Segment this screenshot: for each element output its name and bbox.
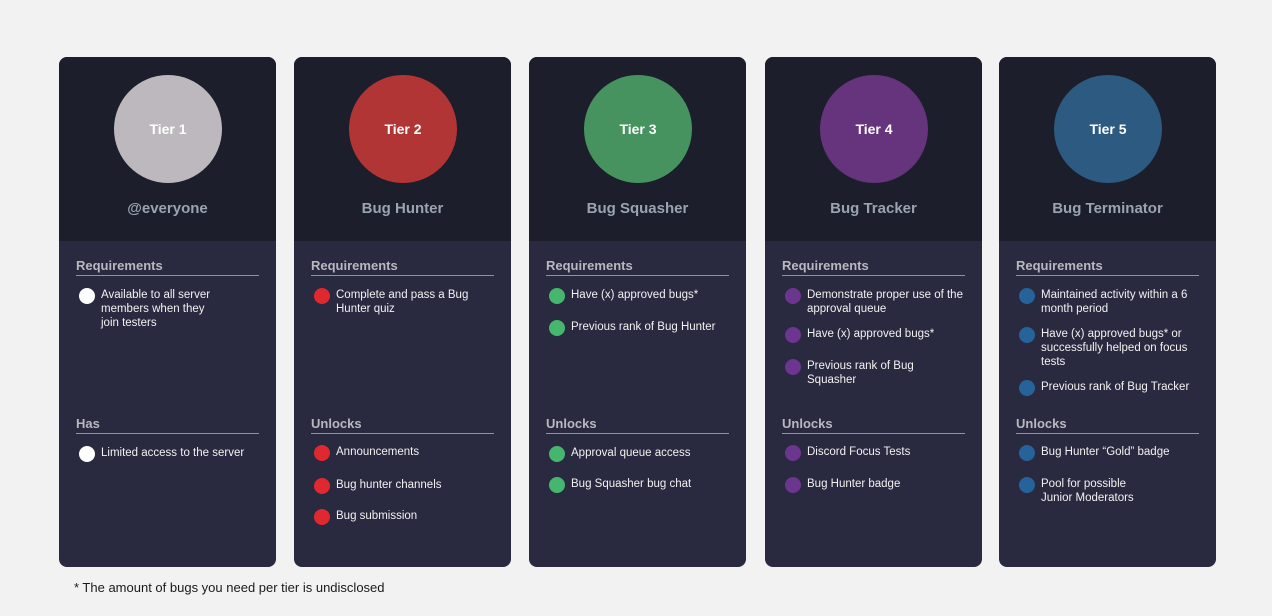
- bullet-dot-icon: [1019, 445, 1035, 461]
- unlock-text: Bug Squasher bug chat: [571, 478, 692, 490]
- unlock-text: Bug Hunter “Gold” badge: [1041, 446, 1170, 458]
- rank-name: Bug Tracker: [830, 200, 917, 217]
- tier-badge-circle: Tier 1: [114, 75, 222, 183]
- unlock-item: Pool for possible Junior Moderators: [1019, 477, 1199, 505]
- tier-label: Tier 4: [855, 121, 893, 137]
- tier-card-header: Tier 2 Bug Hunter: [294, 57, 511, 241]
- requirement-item: Maintained activity within a 6 month per…: [1019, 288, 1199, 316]
- tier-label: Tier 5: [1089, 121, 1127, 137]
- tier-badge-circle: Tier 2: [349, 75, 457, 183]
- bullet-dot-icon: [549, 477, 565, 493]
- unlocks-heading: Unlocks: [546, 416, 729, 434]
- bullet-dot-icon: [785, 445, 801, 461]
- bullet-dot-icon: [79, 446, 95, 462]
- rank-name: Bug Terminator: [1052, 200, 1163, 217]
- requirement-text: Previous rank of Bug Squasher: [807, 360, 914, 386]
- requirement-text: Previous rank of Bug Tracker: [1041, 381, 1190, 393]
- requirement-item: Demonstrate proper use of the approval q…: [785, 288, 965, 316]
- unlock-text: Bug hunter channels: [336, 479, 442, 491]
- requirement-item: Previous rank of Bug Tracker: [1019, 380, 1199, 396]
- bullet-dot-icon: [785, 477, 801, 493]
- requirement-text: Demonstrate proper use of the approval q…: [807, 289, 963, 315]
- bullet-dot-icon: [1019, 380, 1035, 396]
- requirement-text: Have (x) approved bugs*: [807, 328, 935, 340]
- unlock-text: Bug Hunter badge: [807, 478, 901, 490]
- requirement-item: Previous rank of Bug Squasher: [785, 359, 965, 387]
- requirement-item: Have (x) approved bugs*: [549, 288, 729, 304]
- bullet-dot-icon: [314, 288, 330, 304]
- bullet-dot-icon: [549, 288, 565, 304]
- tier-badge-circle: Tier 4: [820, 75, 928, 183]
- has-heading: Has: [76, 416, 259, 434]
- rank-name: @everyone: [127, 200, 208, 217]
- requirements-heading: Requirements: [76, 258, 259, 276]
- unlock-text: Approval queue access: [571, 447, 691, 459]
- requirement-text: Have (x) approved bugs*: [571, 289, 699, 301]
- requirement-text: Available to all server members when the…: [101, 289, 211, 329]
- unlocks-heading: Unlocks: [1016, 416, 1199, 434]
- requirement-text: Maintained activity within a 6 month per…: [1041, 289, 1188, 315]
- tier-card-2: Tier 2 Bug Hunter Requirements Complete and…: [294, 57, 511, 567]
- bullet-dot-icon: [549, 446, 565, 462]
- unlock-item: Bug Squasher bug chat: [549, 477, 729, 493]
- bullet-dot-icon: [785, 359, 801, 375]
- unlock-text: Bug submission: [336, 510, 418, 522]
- tier-card-5: Tier 5 Bug Terminator Requirements Maintain…: [999, 57, 1216, 567]
- requirement-item: Have (x) approved bugs*: [785, 327, 965, 343]
- tier-badge-circle: Tier 5: [1054, 75, 1162, 183]
- tier-badge-circle: Tier 3: [584, 75, 692, 183]
- tier-card-4: Tier 4 Bug Tracker Requirements Demonstrate…: [765, 57, 982, 567]
- bullet-dot-icon: [785, 288, 801, 304]
- unlock-text: Discord Focus Tests: [807, 446, 911, 458]
- unlock-item: Bug Hunter “Gold” badge: [1019, 445, 1199, 461]
- unlocks-heading: Unlocks: [782, 416, 965, 434]
- unlock-item: Bug Hunter badge: [785, 477, 965, 493]
- rank-name: Bug Squasher: [586, 200, 689, 217]
- bullet-dot-icon: [1019, 477, 1035, 493]
- tier-label: Tier 1: [149, 121, 187, 137]
- requirement-text: Have (x) approved bugs* or successfully …: [1041, 328, 1188, 368]
- bullet-dot-icon: [549, 320, 565, 336]
- requirement-text: Complete and pass a Bug Hunter quiz: [336, 289, 469, 315]
- requirement-item: Available to all server members when the…: [79, 288, 259, 330]
- unlock-text: Limited access to the server: [101, 447, 245, 459]
- unlock-text: Announcements: [336, 446, 420, 458]
- tier-card-header: Tier 5 Bug Terminator: [999, 57, 1216, 241]
- tier-card-3: Tier 3 Bug Squasher Requirements Have (x) a…: [529, 57, 746, 567]
- unlock-item: Limited access to the server: [79, 446, 259, 462]
- unlocks-heading: Unlocks: [311, 416, 494, 434]
- requirement-text: Previous rank of Bug Hunter: [571, 321, 716, 333]
- bullet-dot-icon: [314, 478, 330, 494]
- rank-name: Bug Hunter: [361, 200, 444, 217]
- requirements-heading: Requirements: [1016, 258, 1199, 276]
- unlock-item: Bug hunter channels: [314, 478, 494, 494]
- bullet-dot-icon: [314, 445, 330, 461]
- unlock-item: Approval queue access: [549, 446, 729, 462]
- bullet-dot-icon: [314, 509, 330, 525]
- requirement-item: Complete and pass a Bug Hunter quiz: [314, 288, 494, 316]
- requirements-heading: Requirements: [311, 258, 494, 276]
- requirements-heading: Requirements: [782, 258, 965, 276]
- unlock-text: Pool for possible Junior Moderators: [1041, 478, 1134, 504]
- unlock-item: Discord Focus Tests: [785, 445, 965, 461]
- footnote: * The amount of bugs you need per tier i…: [74, 580, 385, 595]
- bullet-dot-icon: [1019, 327, 1035, 343]
- requirement-item: Previous rank of Bug Hunter: [549, 320, 729, 336]
- bullet-dot-icon: [79, 288, 95, 304]
- unlock-item: Bug submission: [314, 509, 494, 525]
- bullet-dot-icon: [785, 327, 801, 343]
- tier-card-header: Tier 1 @everyone: [59, 57, 276, 241]
- tier-card-1: Tier 1 @everyone Requirements Available to …: [59, 57, 276, 567]
- tier-label: Tier 2: [384, 121, 422, 137]
- requirements-heading: Requirements: [546, 258, 729, 276]
- bullet-dot-icon: [1019, 288, 1035, 304]
- tier-card-header: Tier 4 Bug Tracker: [765, 57, 982, 241]
- unlock-item: Announcements: [314, 445, 494, 461]
- tier-card-header: Tier 3 Bug Squasher: [529, 57, 746, 241]
- requirement-item: Have (x) approved bugs* or successfully …: [1019, 327, 1199, 369]
- tier-label: Tier 3: [619, 121, 657, 137]
